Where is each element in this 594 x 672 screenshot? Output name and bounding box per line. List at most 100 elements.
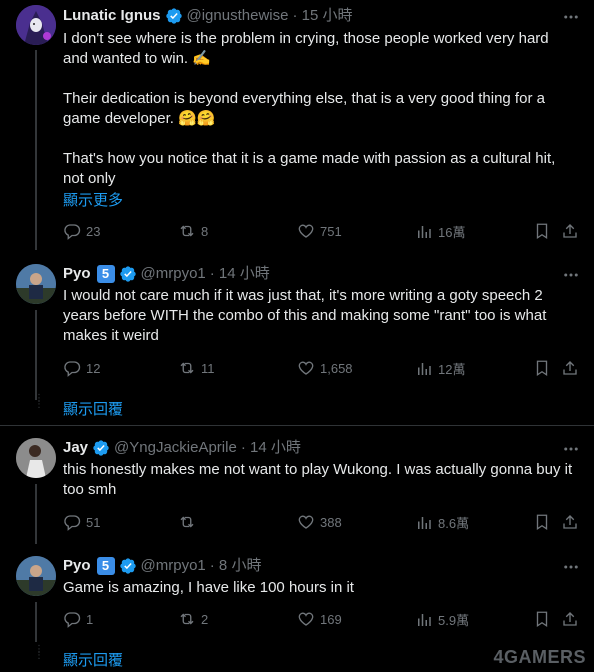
verified-badge-icon: [119, 558, 136, 574]
reply-icon: [64, 515, 81, 531]
thread-line: [35, 310, 37, 400]
share-button[interactable]: [561, 222, 579, 240]
post-time[interactable]: · 15 小時: [292, 6, 352, 26]
avatar[interactable]: [16, 556, 56, 596]
show-more-link[interactable]: 顯示更多: [63, 189, 123, 210]
author-name[interactable]: Jay: [63, 438, 88, 458]
post-lunatic-ignus[interactable]: Lunatic Ignus @ignusthewise · 15 小時 I do…: [0, 0, 594, 250]
reply-button[interactable]: 1: [63, 610, 93, 628]
view-count: 12萬: [438, 362, 466, 377]
avatar[interactable]: [16, 5, 56, 45]
share-button[interactable]: [561, 610, 579, 628]
more-options-icon[interactable]: [562, 558, 580, 576]
post-pyo-reply-1[interactable]: Pyo 5 @mrpyo1 · 14 小時 I would not care m…: [0, 258, 594, 418]
verified-badge-icon: [165, 8, 182, 24]
post-text: this honestly makes me not want to play …: [63, 460, 573, 500]
share-button[interactable]: [561, 513, 579, 531]
reply-button[interactable]: 51: [63, 513, 100, 531]
avatar-person-icon: [16, 264, 56, 304]
like-button[interactable]: 1,658: [297, 359, 353, 377]
thread-line: [35, 484, 37, 544]
bookmark-button[interactable]: [533, 513, 551, 531]
repost-count: 2: [201, 611, 209, 627]
share-icon: [563, 612, 577, 626]
like-count: 1,658: [320, 360, 353, 376]
repost-button[interactable]: [178, 513, 201, 531]
views-button[interactable]: 8.6萬: [415, 513, 469, 532]
bookmark-button[interactable]: [533, 610, 551, 628]
like-button[interactable]: 388: [297, 513, 342, 531]
reply-icon: [64, 224, 81, 240]
post-text: I don't see where is the problem in cryi…: [63, 29, 573, 189]
post-time[interactable]: · 8 小時: [210, 556, 262, 576]
views-chart-icon: [418, 225, 431, 238]
verified-badge-icon: [93, 440, 109, 456]
post-paragraph: this honestly makes me not want to play …: [63, 461, 573, 498]
reply-button[interactable]: 12: [63, 359, 100, 377]
share-icon: [563, 515, 577, 529]
show-replies-link[interactable]: 顯示回覆: [63, 398, 123, 419]
repost-button[interactable]: 11: [178, 359, 215, 377]
author-name[interactable]: Lunatic Ignus: [63, 6, 161, 26]
show-replies-link[interactable]: 顯示回覆: [63, 649, 123, 670]
views-button[interactable]: 12萬: [415, 359, 465, 378]
affiliate-badge: 5: [96, 265, 115, 283]
more-options-icon[interactable]: [562, 440, 580, 458]
reply-icon: [64, 612, 81, 628]
author-name[interactable]: Pyo: [63, 556, 91, 576]
author-handle[interactable]: @ignusthewise: [187, 6, 289, 26]
bookmark-button[interactable]: [533, 359, 551, 377]
reply-count: 51: [86, 514, 101, 530]
repost-icon: [180, 225, 194, 237]
avatar-wizard-icon: [16, 5, 56, 45]
views-button[interactable]: 5.9萬: [415, 610, 469, 629]
author-name[interactable]: Pyo: [63, 264, 91, 284]
affiliate-badge: 5: [96, 557, 115, 575]
avatar[interactable]: [16, 264, 56, 304]
like-button[interactable]: 169: [297, 610, 342, 628]
views-chart-icon: [418, 613, 431, 626]
like-count: 751: [320, 223, 342, 239]
repost-icon: [180, 613, 194, 625]
view-count: 8.6萬: [438, 516, 470, 531]
repost-button[interactable]: 8: [178, 222, 208, 240]
bookmark-icon: [536, 223, 548, 240]
repost-count: 11: [201, 360, 215, 376]
post-time[interactable]: · 14 小時: [241, 438, 301, 458]
avatar-person-icon: [16, 438, 56, 478]
like-button[interactable]: 751: [297, 222, 342, 240]
repost-button[interactable]: 2: [178, 610, 208, 628]
author-handle[interactable]: @YngJackieAprile: [114, 438, 237, 458]
post-jay[interactable]: Jay @YngJackieAprile · 14 小時 this honest…: [0, 432, 594, 544]
reply-icon: [64, 361, 81, 377]
repost-icon: [180, 362, 194, 374]
bookmark-icon: [536, 514, 548, 531]
heart-icon: [298, 612, 314, 626]
post-text: Game is amazing, I have like 100 hours i…: [63, 578, 573, 598]
avatar[interactable]: [16, 438, 56, 478]
bookmark-button[interactable]: [533, 222, 551, 240]
author-handle[interactable]: @mrpyo1: [141, 556, 206, 576]
views-chart-icon: [418, 362, 431, 375]
view-count: 5.9萬: [438, 613, 470, 628]
verified-badge-icon: [119, 266, 136, 282]
heart-icon: [298, 515, 314, 529]
share-button[interactable]: [561, 359, 579, 377]
post-paragraph: Game is amazing, I have like 100 hours i…: [63, 579, 354, 596]
like-count: 169: [320, 611, 342, 627]
repost-icon: [180, 516, 194, 528]
bookmark-icon: [536, 360, 548, 377]
reply-count: 12: [86, 360, 101, 376]
views-chart-icon: [418, 516, 431, 529]
author-handle[interactable]: @mrpyo1: [141, 264, 206, 284]
reply-count: 1: [86, 611, 94, 627]
more-options-icon[interactable]: [562, 266, 580, 284]
post-paragraph: Their dedication is beyond everything el…: [63, 90, 545, 127]
post-paragraph: I would not care much if it was just tha…: [63, 287, 547, 344]
views-button[interactable]: 16萬: [415, 222, 465, 241]
like-count: 388: [320, 514, 342, 530]
reply-button[interactable]: 23: [63, 222, 100, 240]
post-time[interactable]: · 14 小時: [210, 264, 270, 284]
view-count: 16萬: [438, 225, 466, 240]
more-options-icon[interactable]: [562, 8, 580, 26]
